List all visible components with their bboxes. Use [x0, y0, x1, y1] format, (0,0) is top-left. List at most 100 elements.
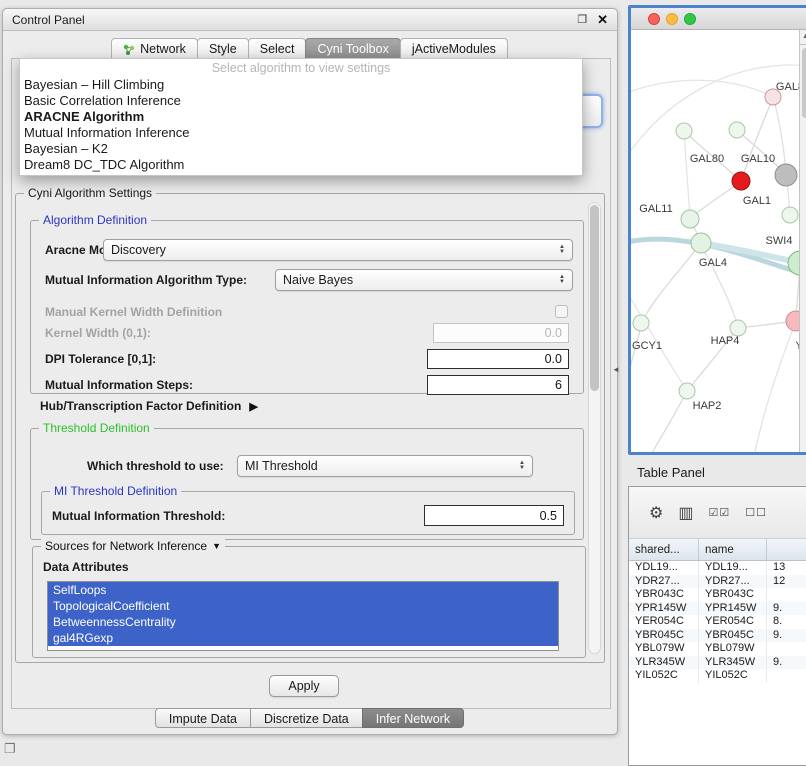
table-row[interactable]: YBR043CYBR043C — [629, 588, 806, 602]
control-panel-titlebar[interactable]: Control Panel ❐ ✕ — [3, 9, 617, 31]
network-edge[interactable] — [684, 131, 690, 218]
table-cell: YBR045C — [699, 629, 767, 643]
table-cell — [767, 669, 806, 683]
network-scrollbar-thumb[interactable] — [802, 48, 806, 118]
algorithm-option[interactable]: Bayesian – Hill Climbing — [20, 77, 582, 93]
network-node[interactable] — [729, 122, 745, 138]
network-edge[interactable] — [753, 321, 796, 452]
settings-scrollbar-thumb[interactable] — [590, 205, 599, 391]
table-row[interactable]: YDL19...YDL19...13 — [629, 561, 806, 575]
bottom-tab-impute-data[interactable]: Impute Data — [155, 708, 251, 728]
table-panel-title: Table Panel — [637, 465, 705, 480]
manual-kernel-width-checkbox — [555, 305, 568, 318]
aracne-mode-select[interactable]: Discovery ▲ ▼ — [103, 239, 573, 261]
threshold-definition-title: Threshold Definition — [39, 421, 154, 435]
bottom-tab-discretize-data[interactable]: Discretize Data — [250, 708, 363, 728]
mi-threshold-definition-title: MI Threshold Definition — [50, 484, 181, 498]
column-header[interactable]: shared... — [629, 539, 699, 560]
network-edge[interactable] — [647, 391, 687, 452]
tab-style[interactable]: Style — [197, 38, 249, 60]
apply-button[interactable]: Apply — [269, 675, 339, 697]
columns-icon[interactable]: ▥ — [678, 503, 693, 523]
algorithm-option[interactable]: Dream8 DC_TDC Algorithm — [20, 157, 582, 173]
network-canvas-area[interactable]: GAL8GAL80GAL10GAL11GAL1SWI4GAL4GCY1HAP4Y… — [631, 30, 806, 452]
table-row[interactable]: YBR045CYBR045C9. — [629, 629, 806, 643]
kernel-width-input — [433, 323, 569, 343]
mi-threshold-input[interactable] — [424, 505, 564, 526]
combo-arrows-icon: ▲ ▼ — [559, 275, 565, 285]
network-edge[interactable] — [737, 130, 785, 173]
network-node[interactable] — [679, 383, 695, 399]
table-cell: YBL079W — [699, 642, 767, 656]
data-attribute-item[interactable]: gal4RGexp — [48, 630, 558, 646]
tab-network[interactable]: Network — [111, 38, 198, 60]
network-node[interactable] — [691, 233, 711, 253]
table-row[interactable]: YIL052CYIL052C — [629, 669, 806, 683]
tab-cyni-toolbox[interactable]: Cyni Toolbox — [305, 38, 400, 60]
table-row[interactable]: YLR345WYLR345W9. — [629, 656, 806, 670]
sources-group-title[interactable]: Sources for Network Inference ▼ — [41, 539, 225, 553]
mac-zoom-button[interactable] — [684, 13, 696, 25]
table-row[interactable]: YER054CYER054C8. — [629, 615, 806, 629]
column-header[interactable] — [767, 539, 806, 560]
table-cell: 9. — [767, 656, 806, 670]
dpi-tolerance-input[interactable] — [427, 349, 569, 369]
scroll-up-icon[interactable]: ▲ — [800, 30, 806, 45]
network-edge[interactable] — [690, 182, 741, 218]
data-attributes-list[interactable]: SelfLoopsTopologicalCoefficientBetweenne… — [47, 581, 559, 651]
table-cell: YBR043C — [699, 588, 767, 602]
data-attribute-item[interactable]: SelfLoops — [48, 582, 558, 598]
kernel-width-label: Kernel Width (0,1): — [45, 322, 151, 344]
settings-scrollbar[interactable] — [588, 202, 601, 654]
expand-arrow-icon: ▶ — [249, 400, 257, 413]
algorithm-option[interactable]: Basic Correlation Inference — [20, 93, 582, 109]
data-attribute-item[interactable]: BetweennessCentrality — [48, 614, 558, 630]
node-label: HAP4 — [711, 335, 740, 347]
network-node[interactable] — [681, 210, 699, 228]
network-node[interactable] — [732, 172, 750, 190]
table-cell: YBL079W — [629, 642, 699, 656]
panel-splitter-handle[interactable]: ◄ — [612, 365, 620, 374]
network-edge[interactable] — [642, 243, 701, 322]
tab-jactivemodules[interactable]: jActiveModules — [400, 38, 508, 60]
network-scrollbar[interactable]: ▲ — [799, 30, 806, 452]
algorithm-option[interactable]: Bayesian – K2 — [20, 141, 582, 157]
network-window-titlebar[interactable] — [631, 8, 806, 30]
algorithm-option[interactable]: ARACNE Algorithm — [20, 109, 582, 125]
network-node[interactable] — [633, 315, 649, 331]
check-pair-icon[interactable]: ☑☑ — [708, 506, 730, 519]
close-window-icon[interactable]: ✕ — [597, 12, 608, 28]
network-node[interactable] — [730, 320, 746, 336]
mi-algorithm-type-select[interactable]: Naive Bayes ▲ ▼ — [275, 269, 573, 291]
table-row[interactable]: YPR145WYPR145W9. — [629, 602, 806, 616]
gear-icon[interactable]: ⚙ — [649, 503, 663, 523]
table-panel-toolbar: ⚙ ▥ ☑☑ ☐☐ — [629, 487, 806, 539]
table-row[interactable]: YBL079WYBL079W — [629, 642, 806, 656]
box-pair-icon[interactable]: ☐☐ — [745, 506, 767, 519]
tab-label: jActiveModules — [412, 39, 496, 59]
mac-minimize-button[interactable] — [666, 13, 678, 25]
tab-select[interactable]: Select — [248, 38, 307, 60]
data-attribute-item[interactable]: TopologicalCoefficient — [48, 598, 558, 614]
mac-close-button[interactable] — [648, 13, 660, 25]
network-edge[interactable] — [631, 323, 642, 394]
float-window-icon[interactable]: ❐ — [577, 13, 587, 26]
column-header[interactable]: name — [699, 539, 767, 560]
network-edge[interactable] — [631, 280, 687, 390]
node-label: HAP2 — [693, 400, 722, 412]
hub-definition-expander[interactable]: Hub/Transcription Factor Definition ▶ — [40, 396, 258, 416]
which-threshold-select[interactable]: MI Threshold ▲ ▼ — [237, 455, 533, 477]
network-node[interactable] — [775, 164, 797, 186]
minimized-panel-icon[interactable]: ❐ — [4, 741, 16, 757]
table-row[interactable]: YDR27...YDR27...12 — [629, 575, 806, 589]
table-cell: YLR345W — [699, 656, 767, 670]
mi-steps-label: Mutual Information Steps: — [45, 374, 193, 396]
network-graph[interactable]: GAL8GAL80GAL10GAL11GAL1SWI4GAL4GCY1HAP4Y… — [631, 30, 806, 452]
bottom-tab-infer-network[interactable]: Infer Network — [362, 708, 464, 728]
algorithm-option[interactable]: Mutual Information Inference — [20, 125, 582, 141]
network-node[interactable] — [676, 123, 692, 139]
table-cell: YDL19... — [699, 561, 767, 575]
table-cell: YBR043C — [629, 588, 699, 602]
mi-steps-input[interactable] — [427, 375, 569, 395]
network-node[interactable] — [782, 207, 798, 223]
